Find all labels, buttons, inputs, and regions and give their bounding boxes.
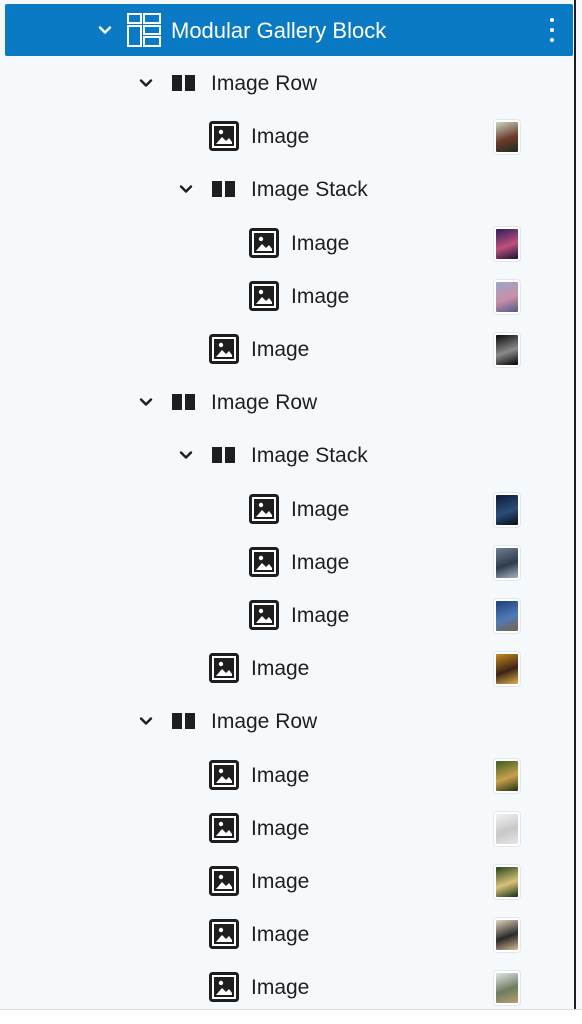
image-icon [249, 546, 279, 582]
columns-icon [211, 446, 237, 469]
gallery-layout-icon [126, 12, 162, 53]
list-item-label: Image [291, 284, 350, 308]
list-item-label: Image Row [211, 72, 318, 95]
image-thumbnail [494, 599, 520, 633]
list-item-image-row[interactable]: Image Row [0, 695, 576, 748]
list-item-image[interactable]: Image [0, 483, 576, 536]
image-thumbnail [494, 333, 520, 367]
block-title: Modular Gallery Block [171, 18, 387, 43]
list-view-panel: Modular Gallery Block Image Row Image Imag… [0, 0, 576, 1024]
image-icon [209, 972, 239, 1007]
image-thumbnail [494, 865, 520, 899]
list-item-image-stack[interactable]: Image Stack [0, 429, 576, 482]
list-item-label: Image [251, 125, 310, 149]
list-item-image-row[interactable]: Image Row [0, 57, 576, 110]
image-icon [209, 334, 239, 369]
list-item-label: Image Row [211, 710, 318, 734]
chevron-down-icon[interactable] [97, 22, 113, 38]
list-item-image[interactable]: Image [0, 323, 576, 376]
columns-icon [171, 74, 197, 97]
image-thumbnail [494, 226, 520, 261]
list-item-image[interactable]: Image [0, 270, 576, 323]
image-thumbnail [494, 279, 520, 314]
list-item-label: Image Row [211, 391, 318, 415]
list-item-label: Image [251, 923, 310, 947]
image-icon [249, 600, 279, 635]
chevron-down-icon[interactable] [138, 713, 154, 729]
image-thumbnail [494, 120, 520, 155]
modular-gallery-block-item[interactable]: Modular Gallery Block [5, 4, 573, 56]
image-icon [209, 121, 239, 156]
chevron-down-icon[interactable] [178, 447, 194, 463]
image-icon [209, 919, 239, 954]
image-thumbnail [494, 971, 520, 1006]
image-icon [209, 812, 239, 848]
list-item-image[interactable]: Image [0, 589, 576, 642]
more-options-icon[interactable] [549, 18, 555, 42]
list-item-label: Image Stack [251, 178, 368, 202]
list-item-label: Image [251, 338, 310, 361]
chevron-down-icon[interactable] [138, 394, 154, 410]
columns-icon [211, 180, 237, 203]
list-item-label: Image [251, 763, 310, 787]
list-item-image-row[interactable]: Image Row [0, 376, 576, 429]
image-icon [249, 227, 279, 263]
image-icon [209, 866, 239, 901]
list-item-label: Image [251, 816, 310, 840]
list-item-image[interactable]: Image [0, 961, 576, 1014]
image-thumbnail [494, 652, 520, 687]
image-icon [209, 759, 239, 795]
image-icon [209, 653, 239, 688]
image-thumbnail [494, 918, 520, 953]
panel-footer [0, 1009, 582, 1024]
list-item-image[interactable]: Image [0, 749, 576, 802]
list-item-label: Image [291, 604, 350, 627]
list-item-image[interactable]: Image [0, 908, 576, 961]
image-thumbnail [494, 758, 520, 793]
image-thumbnail [494, 545, 520, 580]
image-icon [249, 280, 279, 316]
list-item-label: Image [251, 976, 310, 1000]
list-item-label: Image [251, 657, 310, 681]
list-item-image-stack[interactable]: Image Stack [0, 163, 576, 216]
columns-icon [171, 712, 197, 735]
list-item-image[interactable]: Image [0, 802, 576, 855]
list-item-label: Image [291, 550, 350, 574]
list-item-image[interactable]: Image [0, 217, 576, 270]
image-icon [249, 493, 279, 529]
image-thumbnail [494, 492, 520, 527]
chevron-down-icon[interactable] [178, 181, 194, 197]
columns-icon [171, 393, 197, 416]
list-item-label: Image [251, 870, 310, 893]
list-item-image[interactable]: Image [0, 536, 576, 589]
image-thumbnail [494, 811, 520, 846]
list-item-image[interactable]: Image [0, 855, 576, 908]
list-item-label: Image [291, 231, 350, 255]
list-item-image[interactable]: Image [0, 110, 576, 163]
list-item-label: Image Stack [251, 444, 368, 468]
chevron-down-icon[interactable] [138, 75, 154, 91]
list-item-label: Image [291, 497, 350, 521]
list-item-image[interactable]: Image [0, 642, 576, 695]
